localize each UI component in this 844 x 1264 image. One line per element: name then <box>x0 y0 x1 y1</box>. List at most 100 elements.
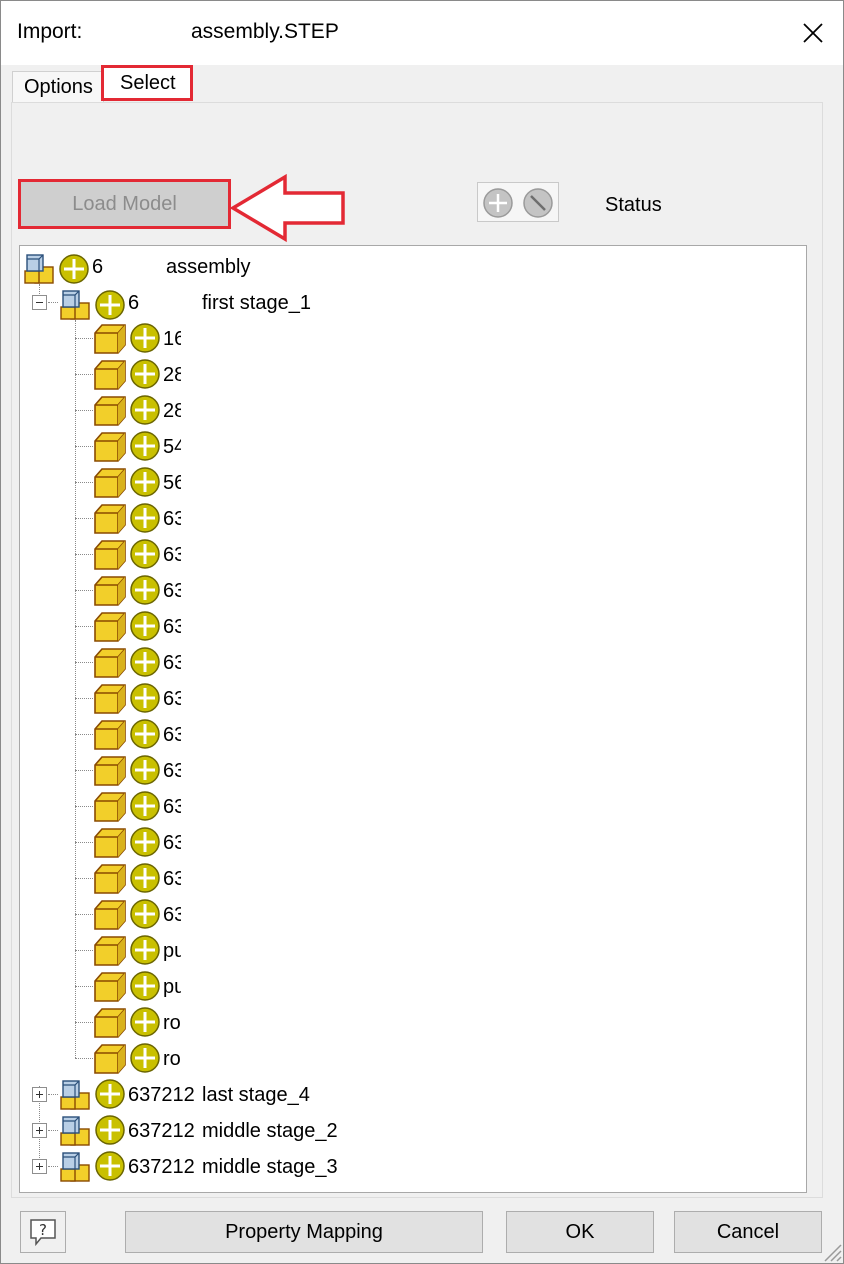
part-icon <box>93 323 127 360</box>
tree-line <box>75 482 93 483</box>
ok-button[interactable]: OK <box>506 1211 654 1253</box>
status-label: Status <box>605 194 662 216</box>
tree-row-part[interactable]: ro <box>20 1004 806 1040</box>
status-plus-icon <box>129 574 161 611</box>
tree-row-part[interactable]: 28 <box>20 356 806 392</box>
status-plus-icon <box>129 898 161 935</box>
tree-line <box>75 374 93 375</box>
tree-line <box>75 518 93 519</box>
part-icon <box>93 1043 127 1080</box>
tree-item-number: 28 <box>163 400 181 422</box>
load-model-button[interactable]: Load Model <box>18 179 231 229</box>
tree-row-part[interactable]: 56 <box>20 464 806 500</box>
part-icon <box>93 431 127 468</box>
status-toggle-group <box>477 182 559 222</box>
tree-item-number: ro <box>163 1012 181 1034</box>
tree-item-number: 54 <box>163 436 181 458</box>
title-filename: assembly.STEP <box>191 20 339 43</box>
tree-item-number: 63 <box>163 796 181 818</box>
status-plus-icon <box>129 862 161 899</box>
title-bar: Import: assembly.STEP <box>1 1 843 65</box>
part-icon <box>93 791 127 828</box>
expand-toggle[interactable] <box>32 1159 47 1174</box>
tree-line <box>75 1058 93 1059</box>
tree-row-assembly[interactable]: 637212 last stage_4 <box>20 1076 806 1112</box>
tree-row-part[interactable]: 63 <box>20 680 806 716</box>
tree-item-number: 63 <box>163 544 181 566</box>
title-label: Import: <box>17 20 83 43</box>
status-plus-icon <box>94 1150 126 1187</box>
tree-row-part[interactable]: 63 <box>20 860 806 896</box>
help-icon: ? <box>30 1219 56 1247</box>
part-icon <box>93 971 127 1008</box>
status-plus-icon <box>129 970 161 1007</box>
tree-item-number: 28 <box>163 364 181 386</box>
include-button[interactable] <box>481 186 515 220</box>
resize-grip-icon[interactable] <box>819 1239 843 1263</box>
tree-row-part[interactable]: 16 <box>20 320 806 356</box>
status-plus-icon <box>129 1006 161 1043</box>
status-plus-icon <box>129 610 161 647</box>
status-plus-icon <box>129 1042 161 1079</box>
tree-row-assembly[interactable]: 637212 middle stage_2 <box>20 1112 806 1148</box>
help-button[interactable]: ? <box>20 1211 66 1253</box>
status-plus-icon <box>129 430 161 467</box>
tree-row-part[interactable]: ro <box>20 1040 806 1076</box>
tree-row-part[interactable]: 63 <box>20 536 806 572</box>
tree-row-part[interactable]: 63 <box>20 824 806 860</box>
assembly-icon <box>59 1151 93 1188</box>
slash-circle-icon <box>523 188 553 218</box>
tree-row-part[interactable]: 63 <box>20 572 806 608</box>
status-plus-icon <box>129 718 161 755</box>
help-glyph: ? <box>39 1221 47 1239</box>
part-icon <box>93 395 127 432</box>
part-icon <box>93 1007 127 1044</box>
tree-row-part[interactable]: pu <box>20 932 806 968</box>
part-icon <box>93 863 127 900</box>
left-arrow-annotation-icon <box>229 173 345 243</box>
part-icon <box>93 503 127 540</box>
status-plus-icon <box>129 754 161 791</box>
tree-item-number: 63 <box>163 832 181 854</box>
tree-item-number: 6 <box>92 256 104 278</box>
tree-row-part[interactable]: 28 <box>20 392 806 428</box>
exclude-button[interactable] <box>521 186 555 220</box>
tree-row-part[interactable]: 63 <box>20 608 806 644</box>
tree-row-part[interactable]: 63 <box>20 752 806 788</box>
collapse-toggle[interactable] <box>32 295 47 310</box>
tree-line <box>75 554 93 555</box>
tree-row-part[interactable]: 63 <box>20 716 806 752</box>
tree-root-row[interactable]: 6 assembly <box>20 248 806 284</box>
expand-toggle[interactable] <box>32 1123 47 1138</box>
expand-toggle[interactable] <box>32 1087 47 1102</box>
tree-item-label: first stage_1 <box>202 292 311 314</box>
property-mapping-button[interactable]: Property Mapping <box>125 1211 483 1253</box>
status-plus-icon <box>129 538 161 575</box>
status-plus-icon <box>129 322 161 359</box>
tree-line <box>75 446 93 447</box>
model-tree[interactable]: 6 assembly 6 first stage_1 16 28 28 54 56 63 6… <box>19 245 807 1193</box>
tree-item-number: 6 <box>128 292 140 314</box>
tree-row-part[interactable]: 63 <box>20 644 806 680</box>
status-plus-icon <box>94 1078 126 1115</box>
tree-row-part[interactable]: 63 <box>20 896 806 932</box>
part-icon <box>93 719 127 756</box>
status-plus-icon <box>129 502 161 539</box>
tree-line <box>75 986 93 987</box>
close-button[interactable] <box>793 13 833 53</box>
tree-row-first-stage[interactable]: 6 first stage_1 <box>20 284 806 320</box>
tree-row-part[interactable]: 63 <box>20 788 806 824</box>
cancel-button[interactable]: Cancel <box>674 1211 822 1253</box>
tree-line <box>48 302 58 303</box>
assembly-icon <box>59 1115 93 1152</box>
tree-row-assembly[interactable]: 637212 middle stage_3 <box>20 1148 806 1184</box>
tree-item-number: 63 <box>163 652 181 674</box>
tab-select[interactable]: Select <box>101 65 193 101</box>
tree-item-number: 637212 <box>128 1120 195 1142</box>
part-icon <box>93 575 127 612</box>
tree-row-part[interactable]: 54 <box>20 428 806 464</box>
tree-row-part[interactable]: pu <box>20 968 806 1004</box>
tree-line <box>48 1094 58 1095</box>
tree-item-number: ro <box>163 1048 181 1070</box>
tree-row-part[interactable]: 63 <box>20 500 806 536</box>
